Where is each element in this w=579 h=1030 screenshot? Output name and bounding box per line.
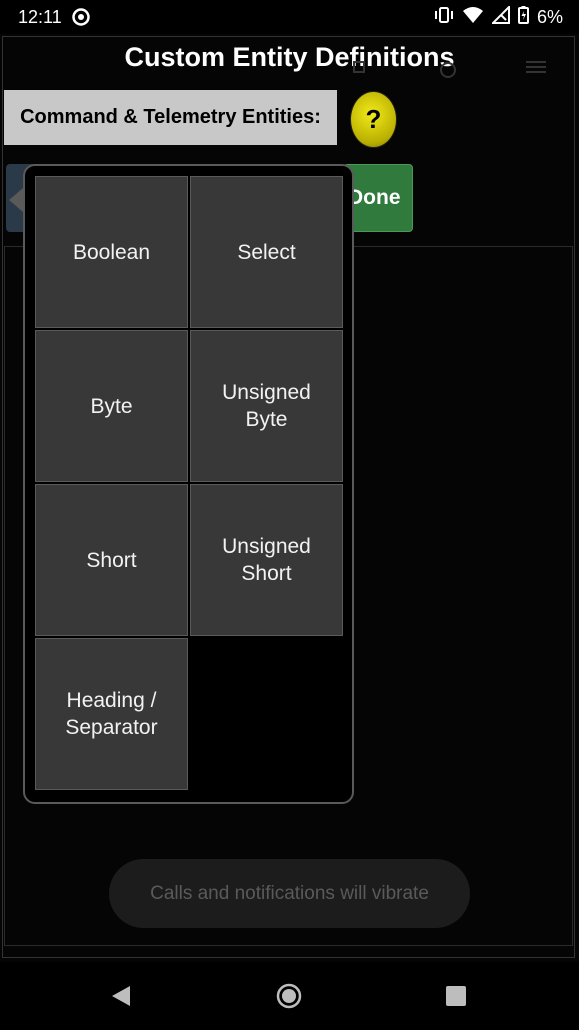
navigation-bar xyxy=(0,962,579,1030)
entity-type-boolean[interactable]: Boolean xyxy=(35,176,188,328)
wifi-icon xyxy=(462,6,484,29)
faded-menu-icon xyxy=(526,60,546,79)
status-time: 12:11 xyxy=(18,7,62,27)
status-bar: 12:11 6% xyxy=(0,0,579,34)
signal-icon xyxy=(490,4,510,29)
home-icon[interactable] xyxy=(276,983,302,1014)
popup-pointer xyxy=(9,188,23,212)
section-label: Command & Telemetry Entities: xyxy=(4,90,337,145)
do-not-disturb-icon xyxy=(72,8,90,26)
vibrate-icon xyxy=(434,6,454,29)
faded-settings-icon xyxy=(438,60,458,85)
done-button-label: Done xyxy=(348,186,401,209)
entity-type-unsigned-byte[interactable]: Unsigned Byte xyxy=(190,330,343,482)
battery-percent: 6% xyxy=(536,6,563,27)
recents-icon[interactable] xyxy=(445,985,467,1012)
back-icon[interactable] xyxy=(110,984,132,1013)
entity-type-popup: Boolean Select Byte Unsigned Byte Short … xyxy=(23,164,354,804)
entity-type-select[interactable]: Select xyxy=(190,176,343,328)
entity-type-unsigned-short[interactable]: Unsigned Short xyxy=(190,484,343,636)
entity-type-heading-separator[interactable]: Heading / Separator xyxy=(35,638,188,790)
status-icons: 6% xyxy=(434,4,563,29)
entity-type-byte[interactable]: Byte xyxy=(35,330,188,482)
battery-icon xyxy=(517,5,529,29)
entity-type-grid: Boolean Select Byte Unsigned Byte Short … xyxy=(35,176,345,790)
entity-type-short[interactable]: Short xyxy=(35,484,188,636)
toast-message: Calls and notifications will vibrate xyxy=(109,859,470,928)
page-title: Custom Entity Definitions xyxy=(124,42,455,72)
faded-app-icon xyxy=(352,60,366,79)
help-button[interactable]: ? xyxy=(350,91,397,148)
